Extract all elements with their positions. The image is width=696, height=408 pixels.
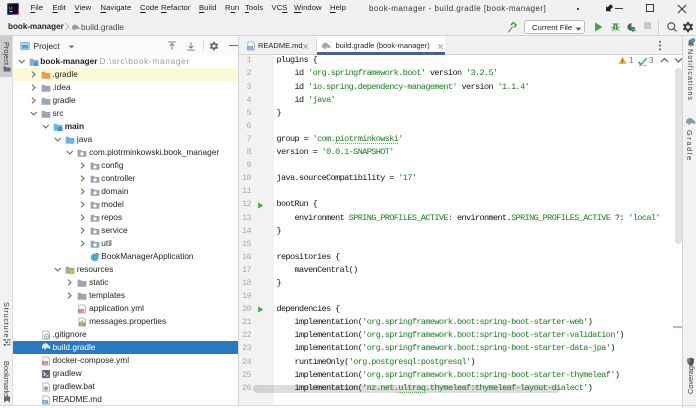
svg-text:MD: MD: [248, 46, 254, 50]
svg-text:C: C: [92, 255, 96, 261]
svg-text:YML: YML: [42, 360, 48, 364]
svg-text:YML: YML: [79, 308, 85, 312]
svg-text:IJ: IJ: [9, 6, 13, 11]
svg-text:MD: MD: [42, 400, 48, 404]
